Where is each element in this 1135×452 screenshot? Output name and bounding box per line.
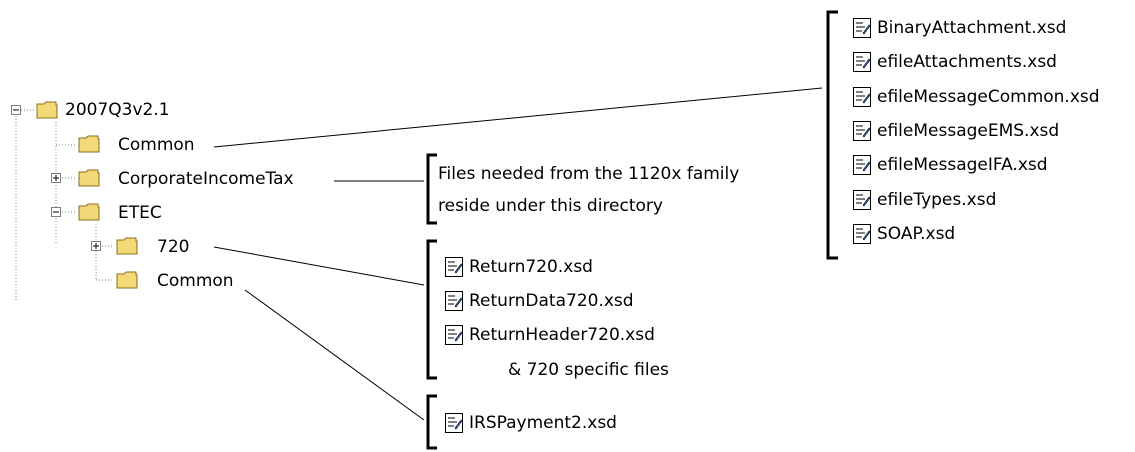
directory-diagram: 2007Q3v2.1 Common CorporateIncomeTax ETE… [0,0,1135,452]
file-row[interactable]: BinaryAttachment.xsd [852,15,1066,41]
file-name: IRSPayment2.xsd [469,413,617,433]
file-name: ReturnData720.xsd [469,291,634,311]
bracket-etec-common-files [426,394,437,450]
file-row[interactable]: ReturnHeader720.xsd [444,322,655,348]
file-name: efileMessageIFA.xsd [877,155,1048,176]
file-row[interactable]: efileMessageCommon.xsd [852,84,1100,110]
xsd-file-icon [852,223,873,245]
xsd-file-icon [444,412,465,434]
f720-extra-note: & 720 specific files [508,360,669,380]
file-row[interactable]: SOAP.xsd [852,221,955,247]
bracket-common-files [826,10,838,260]
brackets [426,10,838,450]
xsd-file-icon [444,324,465,346]
file-row[interactable]: Return720.xsd [444,254,593,280]
bracket-corporate-note [426,153,437,225]
collapse-etec-icon[interactable] [51,207,61,217]
xsd-file-icon [852,154,873,176]
folder-icon [116,237,138,255]
file-row[interactable]: IRSPayment2.xsd [444,410,617,436]
file-name: efileTypes.xsd [877,189,997,210]
tree-node-root[interactable]: 2007Q3v2.1 [65,100,170,120]
xsd-file-icon [444,256,465,278]
connector-etec-common [244,289,425,421]
folder-icon [116,271,138,289]
file-name: efileMessageEMS.xsd [877,120,1060,141]
xsd-file-icon [852,86,873,108]
file-row[interactable]: efileAttachments.xsd [852,49,1057,75]
file-name: efileMessageCommon.xsd [877,86,1100,107]
file-name: Return720.xsd [469,257,593,277]
file-row[interactable]: efileMessageIFA.xsd [852,152,1048,178]
file-row[interactable]: efileMessageEMS.xsd [852,118,1059,144]
tree-node-corporate[interactable]: CorporateIncomeTax [118,169,294,189]
xsd-file-icon [852,51,873,73]
file-row[interactable]: ReturnData720.xsd [444,288,634,314]
xsd-file-icon [444,290,465,312]
folder-icon [78,203,100,221]
connector-720 [213,246,425,286]
bracket-720-files [426,239,437,380]
corporate-note-line2: reside under this directory [438,196,663,216]
xsd-file-icon [852,189,873,211]
file-name: SOAP.xsd [877,223,956,244]
expand-corporate-icon[interactable] [51,173,61,183]
xsd-file-icon [852,17,873,39]
file-name: BinaryAttachment.xsd [877,18,1067,38]
folder-icon [78,169,100,187]
xsd-file-icon [852,120,873,142]
file-name: efileAttachments.xsd [877,52,1057,73]
folder-icon [78,135,100,153]
file-row[interactable]: efileTypes.xsd [852,187,996,213]
tree-node-etec[interactable]: ETEC [118,203,162,223]
file-name: ReturnHeader720.xsd [469,325,655,345]
corporate-note-line1: Files needed from the 1120x family [438,164,740,184]
collapse-root-icon[interactable] [11,105,21,115]
tree-node-720[interactable]: 720 [157,237,189,257]
expand-720-icon[interactable] [91,241,101,251]
tree-node-root-common[interactable]: Common [118,135,195,155]
folder-icon [36,101,58,119]
tree-node-etec-common[interactable]: Common [157,271,234,291]
connector-common [213,87,823,148]
